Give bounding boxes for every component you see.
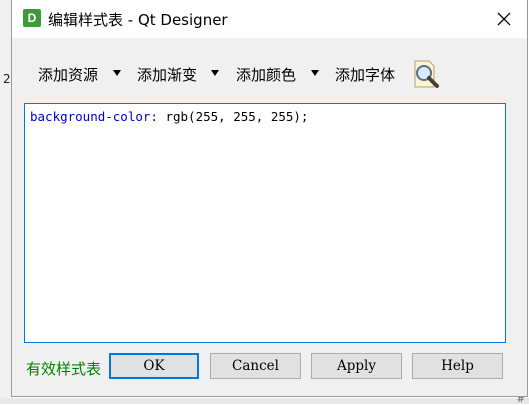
title-bar[interactable]: D 编辑样式表 - Qt Designer: [12, 0, 527, 38]
close-button[interactable]: [481, 0, 527, 38]
stylesheet-dialog: D 编辑样式表 - Qt Designer 添加资源 添加渐变 添加颜色 添加字…: [11, 0, 528, 397]
add-resource-dropdown-arrow-icon[interactable]: [113, 70, 121, 76]
add-color-button[interactable]: 添加颜色: [236, 64, 296, 85]
qt-designer-app-icon: D: [23, 9, 41, 27]
toolbar: 添加资源 添加渐变 添加颜色 添加字体: [12, 56, 527, 92]
css-property-text: background-color:: [30, 109, 158, 124]
close-icon: [497, 12, 511, 26]
code-line: background-color: rgb(255, 255, 255);: [30, 109, 308, 124]
magnifier-icon[interactable]: [410, 58, 442, 90]
add-gradient-button[interactable]: 添加渐变: [137, 64, 197, 85]
stylesheet-editor[interactable]: background-color: rgb(255, 255, 255);: [24, 103, 506, 343]
valid-stylesheet-status: 有效样式表: [26, 360, 102, 378]
window-title: 编辑样式表 - Qt Designer: [48, 11, 228, 29]
add-gradient-dropdown-arrow-icon[interactable]: [211, 70, 219, 76]
background-text: 2: [3, 72, 11, 86]
cancel-button[interactable]: Cancel: [210, 353, 301, 379]
css-value-text: rgb(255, 255, 255);: [157, 109, 309, 124]
ok-button[interactable]: OK: [109, 353, 199, 379]
help-button[interactable]: Help: [412, 353, 503, 379]
background-bottom-strip: #: [0, 394, 529, 405]
apply-button[interactable]: Apply: [311, 353, 402, 379]
add-font-button[interactable]: 添加字体: [335, 64, 395, 85]
add-resource-button[interactable]: 添加资源: [38, 64, 98, 85]
add-color-dropdown-arrow-icon[interactable]: [311, 70, 319, 76]
